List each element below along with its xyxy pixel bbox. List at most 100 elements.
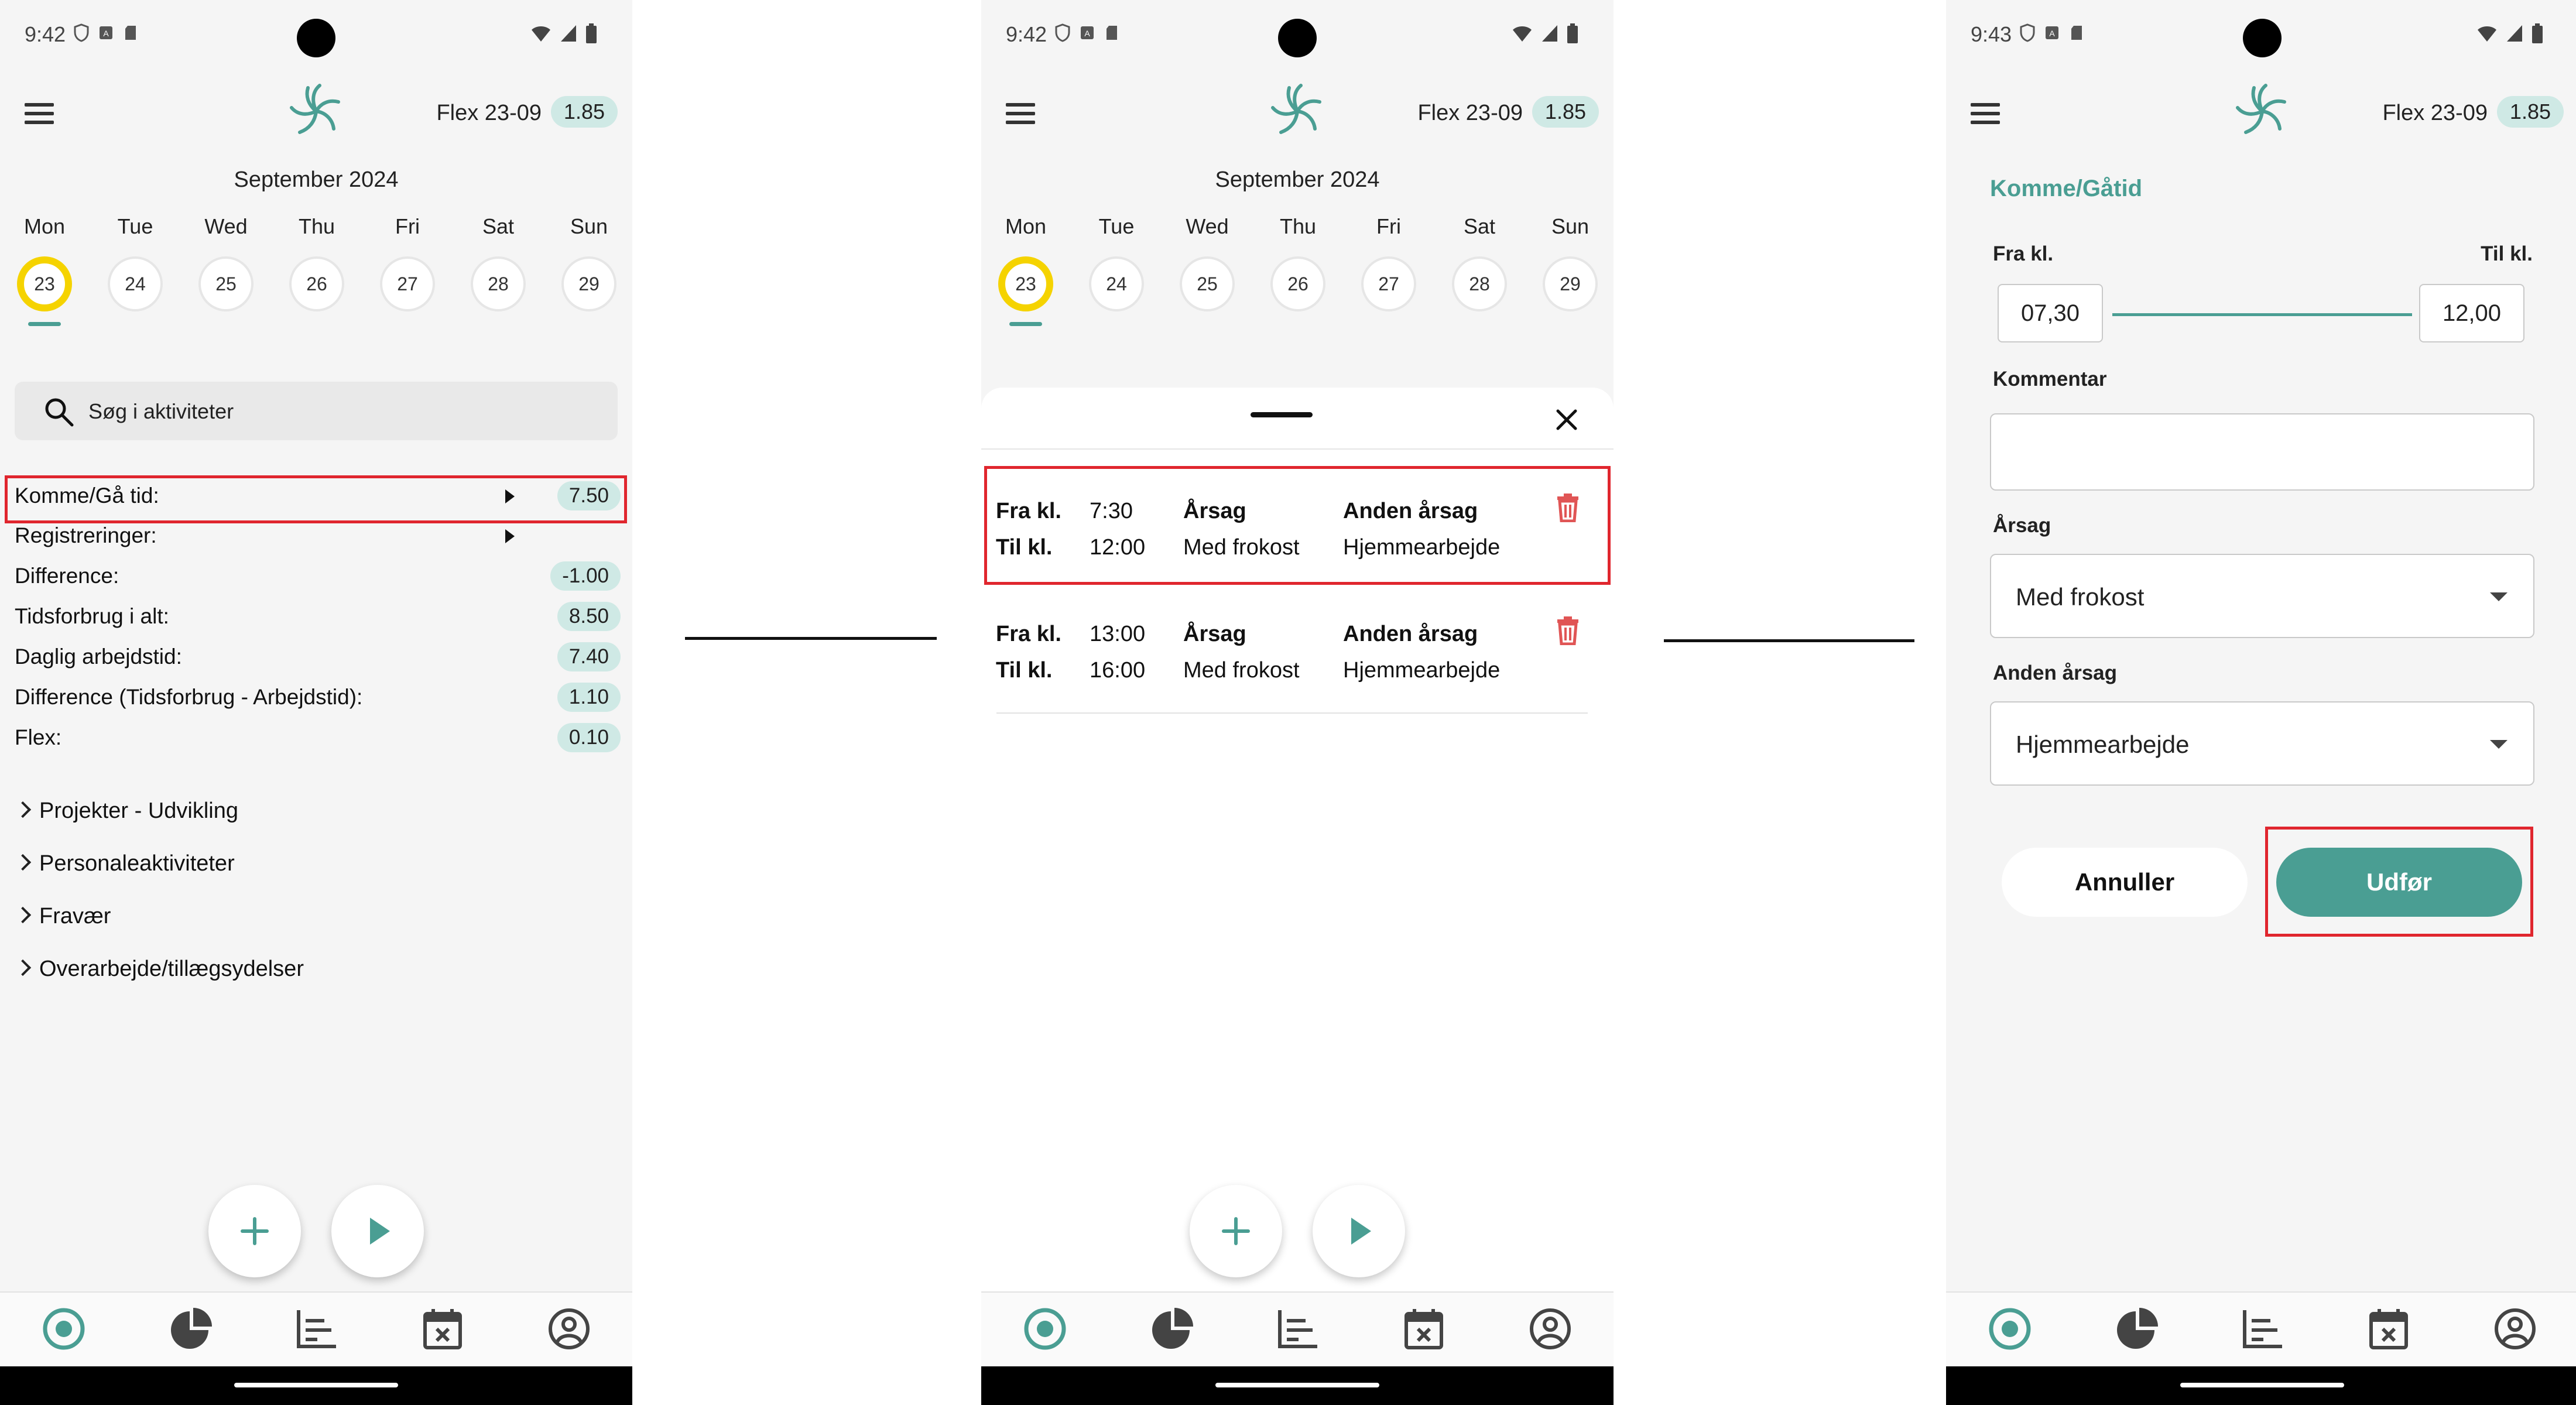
trash-icon[interactable] — [1555, 616, 1581, 645]
flex-balance-badge: 1.85 — [550, 96, 618, 128]
cancel-button[interactable]: Annuller — [2002, 848, 2248, 917]
day-name: Thu — [1279, 214, 1317, 238]
menu-icon[interactable] — [1006, 103, 1035, 126]
pie-chart-icon[interactable] — [2112, 1304, 2161, 1353]
camera-cutout — [1278, 19, 1317, 57]
home-indicator[interactable] — [1215, 1383, 1379, 1387]
home-indicator[interactable] — [2180, 1383, 2344, 1387]
play-button[interactable] — [331, 1185, 424, 1277]
aarsag-dropdown[interactable]: Med frokost — [1990, 554, 2534, 638]
status-time: 9:42 — [1006, 22, 1047, 46]
day-number: 23 — [17, 256, 72, 311]
row-difference-tidsforbrug: Difference (Tidsforbrug - Arbejdstid): 1… — [15, 679, 621, 719]
day-thu[interactable]: Thu 26 — [1266, 214, 1330, 311]
day-tue[interactable]: Tue 24 — [1084, 214, 1149, 311]
shield-icon — [2020, 23, 2035, 42]
section-label: Fravær — [39, 904, 111, 928]
add-button[interactable] — [208, 1185, 301, 1277]
day-mon[interactable]: Mon 23 — [12, 214, 77, 326]
bar-chart-icon[interactable] — [292, 1304, 341, 1353]
bar-chart-icon[interactable] — [1273, 1304, 1322, 1353]
drag-handle[interactable] — [1251, 412, 1313, 417]
profile-icon[interactable] — [1526, 1304, 1575, 1353]
row-registreringer[interactable]: Registreringer: — [15, 518, 621, 557]
day-mon[interactable]: Mon 23 — [994, 214, 1058, 326]
day-sat[interactable]: Sat 28 — [1447, 214, 1512, 311]
section-projekter[interactable]: Projekter - Udvikling — [14, 799, 600, 837]
chevron-right-icon — [14, 906, 32, 924]
fra-kl-label: Fra kl. — [1993, 242, 2054, 265]
calendar-x-icon[interactable] — [418, 1304, 467, 1353]
dropdown-arrow-icon — [2490, 592, 2508, 601]
search-bar[interactable]: Søg i aktiviteter — [15, 382, 618, 440]
day-number: 24 — [108, 256, 163, 311]
day-name: Fri — [1376, 214, 1401, 238]
app-logo — [290, 84, 340, 134]
profile-icon[interactable] — [2491, 1304, 2540, 1353]
play-button[interactable] — [1313, 1185, 1405, 1277]
time-range-slider[interactable] — [2112, 313, 2412, 316]
day-number: 27 — [380, 256, 435, 311]
calendar-x-icon[interactable] — [2364, 1304, 2413, 1353]
til-kl-input[interactable]: 12,00 — [2419, 284, 2524, 342]
day-name: Tue — [1098, 214, 1135, 238]
day-thu[interactable]: Thu 26 — [285, 214, 349, 311]
day-tue[interactable]: Tue 24 — [103, 214, 167, 311]
month-label: September 2024 — [1215, 167, 1380, 192]
status-notification-icons: A — [73, 23, 139, 42]
home-indicator[interactable] — [234, 1383, 398, 1387]
phone-screen-edit-form: 9:43 A Flex 23-09 1.85 Komme/Gåtid Fra k… — [1946, 0, 2576, 1405]
day-fri[interactable]: Fri 27 — [1356, 214, 1421, 311]
anden-aarsag-dropdown[interactable]: Hjemmearbejde — [1990, 701, 2534, 786]
month-label: September 2024 — [234, 167, 399, 192]
row-daglig-arbejdstid: Daglig arbejdstid: 7.40 — [15, 639, 621, 678]
menu-icon[interactable] — [25, 103, 54, 126]
day-sat[interactable]: Sat 28 — [466, 214, 530, 311]
section-label: Projekter - Udvikling — [39, 799, 238, 823]
anden-aarsag-selected: Hjemmearbejde — [2016, 731, 2190, 758]
today-indicator — [28, 322, 61, 326]
record-icon[interactable] — [1020, 1304, 1070, 1353]
day-wed[interactable]: Wed 25 — [194, 214, 258, 311]
profile-icon[interactable] — [544, 1304, 594, 1353]
pie-chart-icon[interactable] — [166, 1304, 215, 1353]
pie-chart-icon[interactable] — [1147, 1304, 1197, 1353]
day-sun[interactable]: Sun 29 — [557, 214, 621, 311]
fra-time: 13:00 — [1090, 622, 1146, 646]
day-name: Mon — [1005, 214, 1047, 238]
row-value: 1.10 — [557, 683, 621, 712]
day-number: 26 — [1270, 256, 1325, 311]
registration-entry[interactable]: Fra kl. Til kl. 13:00 16:00 Årsag Med fr… — [981, 616, 1614, 704]
record-icon[interactable] — [1985, 1304, 2034, 1353]
kommentar-input[interactable] — [1990, 413, 2534, 491]
signal-icon — [561, 25, 576, 42]
highlight-box — [2265, 827, 2533, 937]
status-time: 9:42 — [25, 22, 66, 46]
calendar-x-icon[interactable] — [1399, 1304, 1448, 1353]
app-bar: Flex 23-09 1.85 — [0, 82, 632, 146]
wifi-icon — [1513, 26, 1532, 42]
day-number: 28 — [1452, 256, 1507, 311]
sd-card-icon — [125, 26, 136, 40]
close-icon[interactable] — [1552, 405, 1581, 434]
day-fri[interactable]: Fri 27 — [375, 214, 440, 311]
record-icon[interactable] — [39, 1304, 88, 1353]
fra-kl-input[interactable]: 07,30 — [1998, 284, 2103, 342]
expand-arrow-icon[interactable] — [505, 529, 515, 543]
section-fravaer[interactable]: Fravær — [14, 904, 600, 943]
phone-screen-overview: 9:42 A Flex 23-09 1.85 September 2024 Mo… — [0, 0, 632, 1405]
fra-label: Fra kl. — [996, 622, 1061, 646]
section-personaleaktiviteter[interactable]: Personaleaktiviteter — [14, 851, 600, 890]
menu-icon[interactable] — [1971, 103, 2000, 126]
status-system-icons — [530, 23, 597, 43]
section-overarbejde[interactable]: Overarbejde/tillægsydelser — [14, 957, 600, 995]
status-system-icons — [2476, 23, 2543, 43]
day-sun[interactable]: Sun 29 — [1538, 214, 1602, 311]
aarsag-selected: Med frokost — [2016, 583, 2145, 611]
svg-text:A: A — [1084, 29, 1090, 38]
anden-aarsag-label: Anden årsag — [1343, 622, 1478, 646]
day-wed[interactable]: Wed 25 — [1175, 214, 1239, 311]
bar-chart-icon[interactable] — [2238, 1304, 2287, 1353]
day-number: 24 — [1089, 256, 1144, 311]
add-button[interactable] — [1190, 1185, 1282, 1277]
